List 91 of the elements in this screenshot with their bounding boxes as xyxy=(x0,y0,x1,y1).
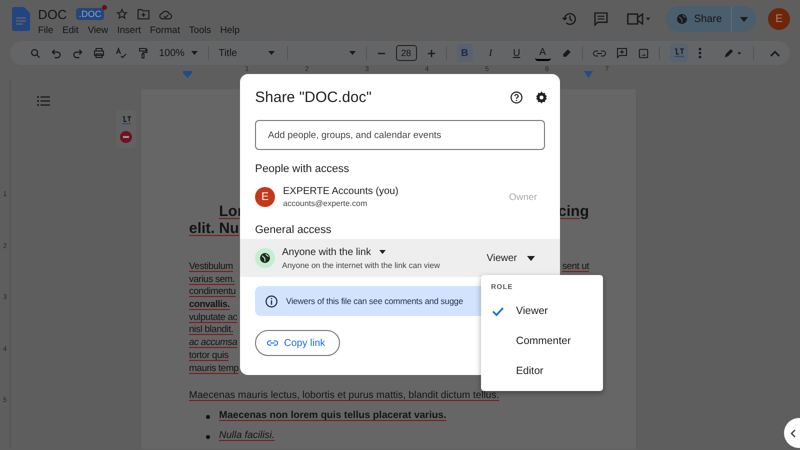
print-icon[interactable] xyxy=(93,47,105,59)
document-text: Maecenas mauris lectus, lobortis et purus mattis, blandit dictum tellus. xyxy=(189,390,500,402)
section-heading: General access xyxy=(255,224,332,236)
access-description: Anyone on the internet with the link can view xyxy=(282,260,441,270)
lt-logo-icon xyxy=(672,47,685,59)
spellcheck-icon[interactable] xyxy=(115,47,127,59)
format-button[interactable]: I xyxy=(482,44,499,62)
document-text: varius sem. xyxy=(189,274,235,285)
add-people-field[interactable]: Add people, groups, and calendar events xyxy=(255,120,545,150)
share-button[interactable]: Share xyxy=(666,6,756,32)
document-title[interactable]: DOC xyxy=(38,6,67,22)
format-button[interactable]: A xyxy=(534,45,551,61)
style-dropdown[interactable]: Title xyxy=(218,48,277,58)
person-email: accounts@experte.com xyxy=(283,199,368,208)
caret-icon xyxy=(740,16,748,22)
video-call-icon[interactable] xyxy=(626,12,652,26)
menu-item[interactable]: File xyxy=(38,24,54,36)
link-icon xyxy=(267,340,278,346)
copy-link-button[interactable]: Copy link xyxy=(255,330,340,356)
more-icon[interactable] xyxy=(698,47,702,59)
user-avatar[interactable]: E xyxy=(768,8,790,30)
plus-icon[interactable] xyxy=(426,48,436,58)
cloud-icon[interactable] xyxy=(159,8,174,20)
file-type-badge: .DOC xyxy=(76,8,104,20)
document-text: cing xyxy=(558,203,589,220)
format-button[interactable]: U xyxy=(508,44,525,62)
caret-icon xyxy=(190,51,198,55)
info-icon xyxy=(265,294,278,308)
document-text: sent ut xyxy=(562,261,589,272)
caret-icon xyxy=(348,51,356,55)
search-icon[interactable] xyxy=(30,48,41,58)
menu-item[interactable]: Insert xyxy=(117,24,141,36)
settings-icon[interactable] xyxy=(535,90,548,104)
role-option[interactable]: Viewer xyxy=(481,296,603,326)
document-text: vulputate ac xyxy=(189,312,238,323)
document-text: mauris temp xyxy=(189,362,239,374)
undo-icon[interactable] xyxy=(51,48,62,58)
help-icon[interactable] xyxy=(510,90,523,104)
language-tool-icon[interactable] xyxy=(120,114,132,126)
document-text: ac accumsa xyxy=(189,337,238,348)
indent-marker-icon[interactable] xyxy=(183,71,192,78)
error-badge-icon[interactable] xyxy=(120,131,132,144)
zoom-dropdown[interactable]: 100% xyxy=(159,48,198,58)
document-text: condimentu xyxy=(189,286,236,298)
person-name: EXPERTE Accounts (you) xyxy=(283,186,400,197)
paint-roller-icon[interactable] xyxy=(137,47,149,59)
caret-icon xyxy=(527,256,535,260)
comment-icon[interactable] xyxy=(592,11,609,27)
link-icon[interactable] xyxy=(592,48,606,58)
info-text: Viewers of this file can see comments and sugge xyxy=(286,296,464,306)
document-text: Vestibulum xyxy=(189,261,233,272)
user-avatar: E xyxy=(255,187,275,207)
extension-button[interactable] xyxy=(670,44,688,62)
role-option[interactable]: Commenter xyxy=(481,326,603,356)
redo-icon[interactable] xyxy=(72,48,83,58)
section-heading: People with access xyxy=(255,163,350,175)
font-size-field[interactable]: 28 xyxy=(396,45,417,61)
document-text: convallis. xyxy=(189,299,230,310)
history-icon[interactable] xyxy=(562,11,578,27)
star-icon[interactable] xyxy=(116,8,128,20)
folder-icon[interactable] xyxy=(137,8,150,20)
globe-icon xyxy=(676,13,688,25)
document-text: nisl blandit. xyxy=(189,324,234,336)
indent-marker-icon[interactable] xyxy=(584,71,593,78)
document-text: Nulla facilisi. xyxy=(219,430,275,442)
globe-icon xyxy=(255,248,275,268)
document-text: Maecenas non lorem quis tellus placerat varius. xyxy=(219,410,446,422)
outline-icon[interactable] xyxy=(37,96,50,106)
add-comment-icon[interactable] xyxy=(616,47,628,59)
access-dropdown[interactable]: Anyone with the link xyxy=(282,246,487,258)
collapse-toolbar-icon[interactable] xyxy=(770,50,780,56)
document-text: tortor quis xyxy=(189,350,228,361)
role-option[interactable]: Editor xyxy=(481,356,603,386)
menu-item[interactable]: Edit xyxy=(62,24,79,36)
dialog-title: Share "DOC.doc" xyxy=(255,88,373,106)
chevron-left-icon xyxy=(790,428,796,438)
caret-icon xyxy=(378,250,386,254)
menu-item[interactable]: View xyxy=(88,24,108,36)
role-label: Owner xyxy=(509,192,537,202)
image-icon[interactable] xyxy=(638,48,649,58)
bullet-icon xyxy=(206,435,210,440)
pencil-icon[interactable] xyxy=(723,48,743,58)
bullet-icon xyxy=(206,415,210,420)
document-text: elit. Nu xyxy=(189,220,240,237)
role-dropdown[interactable]: Viewer xyxy=(486,252,535,264)
format-button[interactable]: B xyxy=(456,44,473,62)
menu-item[interactable]: Help xyxy=(220,24,240,36)
caret-icon xyxy=(268,51,275,55)
highlighter-icon[interactable] xyxy=(560,48,572,58)
menu-item[interactable]: Format xyxy=(150,24,180,36)
menu-item[interactable]: Tools xyxy=(188,24,212,36)
